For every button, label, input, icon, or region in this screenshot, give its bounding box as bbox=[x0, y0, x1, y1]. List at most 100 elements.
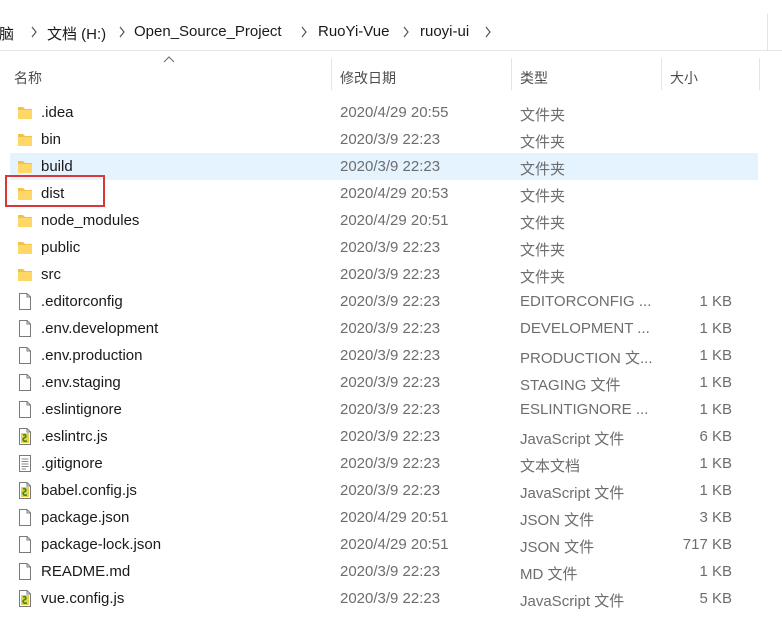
file-name[interactable]: build bbox=[41, 158, 73, 175]
folder-icon bbox=[17, 239, 33, 256]
file-modified-date: 2020/3/9 22:23 bbox=[340, 266, 441, 283]
file-icon bbox=[17, 563, 33, 580]
file-row[interactable]: .editorconfig 2020/3/9 22:23 EDITORCONFIG … bbox=[0, 288, 760, 315]
file-size: 3 KB bbox=[699, 509, 732, 526]
file-name[interactable]: .eslintrc.js bbox=[41, 428, 108, 445]
file-name[interactable]: .env.staging bbox=[41, 374, 121, 391]
file-name[interactable]: package-lock.json bbox=[41, 536, 161, 553]
file-type: EDITORCONFIG ... bbox=[520, 293, 652, 310]
folder-icon bbox=[17, 266, 33, 283]
file-row[interactable]: public 2020/3/9 22:23 文件夹 bbox=[0, 234, 760, 261]
chevron-right-icon[interactable] bbox=[402, 25, 410, 39]
file-row[interactable]: .env.staging 2020/3/9 22:23 STAGING 文件 1 KB bbox=[0, 369, 760, 396]
breadcrumb-item-drive[interactable]: 文档 (H:) bbox=[47, 23, 106, 44]
file-row[interactable]: build 2020/3/9 22:23 文件夹 bbox=[10, 153, 758, 180]
file-modified-date: 2020/3/9 22:23 bbox=[340, 482, 441, 499]
file-type: MD 文件 bbox=[520, 566, 578, 583]
file-type: STAGING 文件 bbox=[520, 377, 621, 394]
file-row[interactable]: .env.production 2020/3/9 22:23 PRODUCTION … bbox=[0, 342, 760, 369]
file-icon bbox=[17, 509, 33, 526]
file-row[interactable]: node_modules 2020/4/29 20:51 文件夹 bbox=[0, 207, 760, 234]
file-modified-date: 2020/4/29 20:51 bbox=[340, 536, 449, 553]
file-modified-date: 2020/3/9 22:23 bbox=[340, 239, 441, 256]
file-name[interactable]: .idea bbox=[41, 104, 74, 121]
breadcrumb-item-this-pc[interactable]: 电脑 bbox=[0, 23, 14, 44]
file-type: 文件夹 bbox=[520, 107, 566, 124]
file-name[interactable]: public bbox=[41, 239, 80, 256]
file-type: 文件夹 bbox=[520, 269, 566, 286]
column-header-type[interactable]: 类型 bbox=[520, 68, 548, 88]
file-modified-date: 2020/4/29 20:53 bbox=[340, 185, 449, 202]
column-header-size[interactable]: 大小 bbox=[670, 68, 698, 88]
column-divider[interactable] bbox=[661, 58, 662, 90]
file-row[interactable]: .idea 2020/4/29 20:55 文件夹 bbox=[0, 99, 760, 126]
file-row[interactable]: .eslintignore 2020/3/9 22:23 ESLINTIGNORE … bbox=[0, 396, 760, 423]
text-file-icon bbox=[17, 455, 33, 472]
file-name[interactable]: .eslintignore bbox=[41, 401, 122, 418]
chevron-right-icon[interactable] bbox=[30, 25, 38, 39]
file-modified-date: 2020/4/29 20:51 bbox=[340, 212, 449, 229]
file-icon bbox=[17, 401, 33, 418]
folder-icon bbox=[17, 131, 33, 148]
file-size: 1 KB bbox=[699, 320, 732, 337]
file-row[interactable]: bin 2020/3/9 22:23 文件夹 bbox=[0, 126, 760, 153]
column-header-modified[interactable]: 修改日期 bbox=[340, 68, 396, 88]
file-type: 文本文档 bbox=[520, 458, 581, 475]
column-header-name[interactable]: 名称 bbox=[14, 68, 42, 88]
file-name[interactable]: package.json bbox=[41, 509, 129, 526]
js-file-icon bbox=[17, 590, 33, 607]
file-modified-date: 2020/3/9 22:23 bbox=[340, 131, 441, 148]
file-name[interactable]: .env.development bbox=[41, 320, 158, 337]
file-icon bbox=[17, 374, 33, 391]
file-name[interactable]: node_modules bbox=[41, 212, 139, 229]
file-size: 717 KB bbox=[682, 536, 732, 553]
file-name[interactable]: babel.config.js bbox=[41, 482, 137, 499]
file-name[interactable]: .gitignore bbox=[41, 455, 103, 472]
chevron-right-icon[interactable] bbox=[118, 25, 126, 39]
column-divider[interactable] bbox=[331, 58, 332, 90]
file-modified-date: 2020/4/29 20:51 bbox=[340, 509, 449, 526]
file-row[interactable]: dist 2020/4/29 20:53 文件夹 bbox=[0, 180, 760, 207]
breadcrumb-item-ruoyi-ui[interactable]: ruoyi-ui bbox=[420, 23, 469, 40]
file-icon bbox=[17, 347, 33, 364]
file-type: DEVELOPMENT ... bbox=[520, 320, 650, 337]
file-modified-date: 2020/3/9 22:23 bbox=[340, 320, 441, 337]
file-size: 5 KB bbox=[699, 590, 732, 607]
file-name[interactable]: README.md bbox=[41, 563, 130, 580]
file-name[interactable]: vue.config.js bbox=[41, 590, 124, 607]
file-row[interactable]: README.md 2020/3/9 22:23 MD 文件 1 KB bbox=[0, 558, 760, 585]
file-modified-date: 2020/3/9 22:23 bbox=[340, 347, 441, 364]
file-name[interactable]: bin bbox=[41, 131, 61, 148]
file-modified-date: 2020/3/9 22:23 bbox=[340, 563, 441, 580]
file-row[interactable]: vue.config.js 2020/3/9 22:23 JavaScript 文件… bbox=[0, 585, 760, 612]
file-row[interactable]: .gitignore 2020/3/9 22:23 文本文档 1 KB bbox=[0, 450, 760, 477]
file-row[interactable]: .env.development 2020/3/9 22:23 DEVELOPMEN… bbox=[0, 315, 760, 342]
file-modified-date: 2020/3/9 22:23 bbox=[340, 374, 441, 391]
file-icon bbox=[17, 293, 33, 310]
file-type: JavaScript 文件 bbox=[520, 485, 625, 502]
file-modified-date: 2020/3/9 22:23 bbox=[340, 428, 441, 445]
file-icon bbox=[17, 320, 33, 337]
breadcrumb-item-open-source-project[interactable]: Open_Source_Project bbox=[134, 23, 282, 40]
file-icon bbox=[17, 536, 33, 553]
chevron-right-icon[interactable] bbox=[300, 25, 308, 39]
column-divider[interactable] bbox=[759, 58, 760, 90]
file-type: 文件夹 bbox=[520, 161, 566, 178]
file-modified-date: 2020/3/9 22:23 bbox=[340, 158, 441, 175]
file-row[interactable]: package.json 2020/4/29 20:51 JSON 文件 3 KB bbox=[0, 504, 760, 531]
file-type: 文件夹 bbox=[520, 242, 566, 259]
file-row[interactable]: src 2020/3/9 22:23 文件夹 bbox=[0, 261, 760, 288]
file-modified-date: 2020/3/9 22:23 bbox=[340, 293, 441, 310]
file-row[interactable]: .eslintrc.js 2020/3/9 22:23 JavaScript 文件 6… bbox=[0, 423, 760, 450]
file-name[interactable]: .editorconfig bbox=[41, 293, 123, 310]
file-name[interactable]: src bbox=[41, 266, 61, 283]
file-row[interactable]: babel.config.js 2020/3/9 22:23 JavaScript … bbox=[0, 477, 760, 504]
breadcrumb-item-ruoyi-vue[interactable]: RuoYi-Vue bbox=[318, 23, 389, 40]
file-size: 1 KB bbox=[699, 401, 732, 418]
file-row[interactable]: package-lock.json 2020/4/29 20:51 JSON 文件 7… bbox=[0, 531, 760, 558]
file-modified-date: 2020/3/9 22:23 bbox=[340, 590, 441, 607]
file-modified-date: 2020/4/29 20:55 bbox=[340, 104, 449, 121]
chevron-right-icon[interactable] bbox=[484, 25, 492, 39]
file-name[interactable]: .env.production bbox=[41, 347, 142, 364]
column-divider[interactable] bbox=[511, 58, 512, 90]
